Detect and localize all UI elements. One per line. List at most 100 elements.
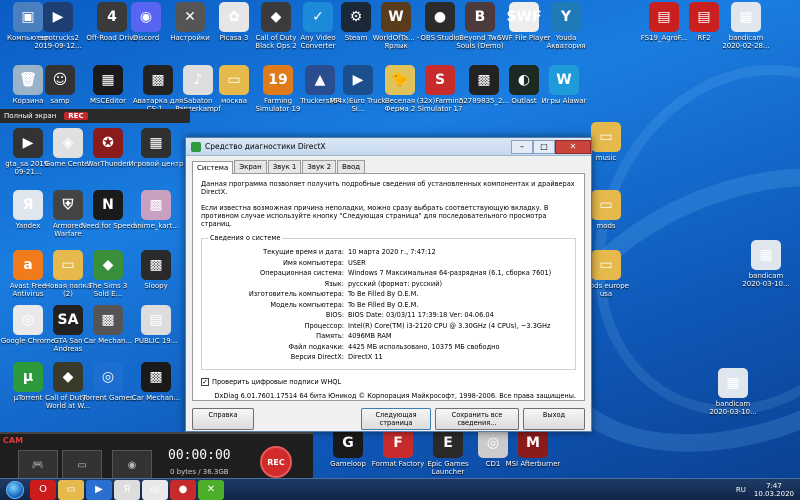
desktop-icon-glyph: 19 <box>263 65 293 95</box>
desktop-icon-glyph: ▩ <box>93 305 123 335</box>
desktop-icon-glyph: ▦ <box>751 240 781 270</box>
info-key: Процессор: <box>304 321 344 330</box>
desktop-icon-glyph: N <box>93 190 123 220</box>
info-row: Память: 4096MB RAM <box>208 331 569 342</box>
desktop-icon-glyph: ▤ <box>689 2 719 32</box>
exit-button[interactable]: Выход <box>523 408 585 430</box>
record-button[interactable]: REC <box>260 446 292 478</box>
whql-checkbox[interactable]: ✓ <box>201 378 209 386</box>
language-indicator[interactable]: RU <box>736 486 746 494</box>
minimize-button[interactable]: – <box>511 139 533 154</box>
desktop-icon-glyph: ▦ <box>718 368 748 398</box>
window-titlebar[interactable]: Средство диагностики DirectX – □ ✕ <box>186 138 591 156</box>
info-key: BIOS: <box>325 311 344 319</box>
info-key: Модель компьютера: <box>270 300 344 309</box>
desktop-icon-glyph: 🐤 <box>385 65 415 95</box>
close-button[interactable]: ✕ <box>555 139 591 154</box>
tab-sound-1[interactable]: Звук 1 <box>267 160 302 173</box>
tab-input[interactable]: Ввод <box>337 160 366 173</box>
tab-strip: Система Экран Звук 1 Звук 2 Ввод <box>186 156 591 174</box>
desktop-icon-glyph: ☺ <box>45 65 75 95</box>
info-row: Имя компьютера: USER <box>208 258 569 269</box>
info-value: DirectX 11 <box>348 353 383 361</box>
desktop-icon[interactable]: ▶ eurotrucks2 2019-09-12... <box>30 2 86 50</box>
desktop-icon-label: MSCEditor <box>89 97 127 105</box>
desktop-icon-glyph: ▤ <box>649 2 679 32</box>
desktop-icon-glyph: ▩ <box>469 65 499 95</box>
desktop-icon-glyph: ⛨ <box>53 190 83 220</box>
bandicam-mini-toolbar[interactable]: Полный экран REC <box>0 109 190 123</box>
window-title: Средство диагностики DirectX <box>205 142 326 151</box>
info-row: BIOS: BIOS Date: 03/03/11 17:39:18 Ver: 0… <box>208 310 569 321</box>
intro-text: Данная программа позволяет получить подр… <box>201 180 575 196</box>
desktop-icon-glyph: ◎ <box>13 305 43 335</box>
desktop-icon-glyph: ▭ <box>591 250 621 280</box>
desktop-icon-label: Car Mechan... <box>131 394 181 402</box>
desktop-icon-label: Gameloop <box>330 460 366 468</box>
bandicam-mini-rec-button[interactable]: REC <box>64 112 88 120</box>
taskbar-explorer-icon[interactable]: ▭ <box>58 479 84 500</box>
desktop-icon-glyph: ✿ <box>219 2 249 32</box>
help-button[interactable]: Справка <box>192 408 254 430</box>
desktop-icon[interactable]: W Игры Alawar <box>536 65 592 105</box>
taskbar-bandicam-icon[interactable]: ● <box>170 479 196 500</box>
desktop-icon-glyph: ● <box>425 2 455 32</box>
desktop-icon-label: Format Factory <box>371 460 425 468</box>
info-key: Язык: <box>324 279 345 288</box>
taskbar-chrome-icon[interactable]: ◎ <box>142 479 168 500</box>
taskbar-opera-icon[interactable]: O <box>30 479 56 500</box>
desktop-icon-glyph: W <box>549 65 579 95</box>
clock-time: 7:47 <box>766 481 782 490</box>
system-tab-panel: Данная программа позволяет получить подр… <box>192 173 585 401</box>
hdmi-mode-icon[interactable]: ▭ <box>62 450 102 480</box>
info-key: Память: <box>316 332 344 340</box>
desktop-icon-label: Игровой центр <box>128 160 184 168</box>
desktop-icon[interactable]: ▦ bandicam 2020-03-10... <box>738 240 794 288</box>
info-value: 4425 МБ использовано, 10375 МБ свободно <box>348 342 500 351</box>
windows-orb-icon <box>6 480 24 499</box>
tab-display[interactable]: Экран <box>234 160 267 173</box>
desktop-icon-glyph: Y <box>551 2 581 32</box>
taskbar-media-player-icon[interactable]: ▶ <box>86 479 112 500</box>
desktop-icon-label: Игры Alawar <box>541 97 587 105</box>
desktop-icon[interactable]: ▩ Sloopy <box>128 250 184 290</box>
desktop-icon-glyph: ▩ <box>141 190 171 220</box>
desktop-icon-glyph: ◈ <box>53 128 83 158</box>
info-value: 4096MB RAM <box>348 332 392 340</box>
taskbar-yandex-icon[interactable]: Я <box>114 479 140 500</box>
desktop-icon[interactable]: ▦ bandicam 2020-02-28... <box>718 2 774 50</box>
desktop-icon-label: bandicam 2020-03-10... <box>742 272 790 288</box>
desktop-icon[interactable]: ▩ Car Mechan... <box>128 362 184 402</box>
taskbar-dxdiag-icon[interactable]: ✕ <box>198 479 224 500</box>
desktop-icon[interactable]: Y Youda Акватория <box>538 2 594 50</box>
game-mode-icon[interactable]: 🎮 <box>18 450 58 480</box>
desktop-icon-glyph: ◐ <box>509 65 539 95</box>
desktop-icon[interactable]: ▦ Игровой центр <box>128 128 184 168</box>
desktop-icon-glyph: ⚙ <box>341 2 371 32</box>
info-value: 10 марта 2020 г., 7:47:12 <box>348 248 436 256</box>
desktop-icon-label: Youda Акватория <box>546 34 586 50</box>
next-page-button[interactable]: Следующая страница <box>361 408 431 430</box>
maximize-button[interactable]: □ <box>533 139 555 154</box>
tab-sound-2[interactable]: Звук 2 <box>302 160 337 173</box>
info-key: Операционная система: <box>260 269 344 277</box>
desktop-icon-glyph: ◆ <box>93 250 123 280</box>
save-all-info-button[interactable]: Сохранить все сведения... <box>435 408 519 430</box>
desktop-icon[interactable]: ▤ PUBLIC 19... <box>128 305 184 345</box>
whql-checkbox-row[interactable]: ✓ Проверить цифровые подписи WHQL <box>201 378 576 386</box>
desktop-icon[interactable]: ▩ anime_kart... <box>128 190 184 230</box>
desktop-icon-glyph: a <box>13 250 43 280</box>
desktop-icon[interactable]: ▦ bandicam 2020-03-10... <box>705 368 761 416</box>
desktop-icon-label: bandicam 2020-02-28... <box>722 34 770 50</box>
file-size-readout: 0 bytes / 36.3GB <box>170 468 229 476</box>
clock[interactable]: 7:47 10.03.2020 <box>754 482 794 498</box>
webcam-icon[interactable]: ◉ <box>112 450 152 480</box>
desktop-icon-glyph: ◆ <box>261 2 291 32</box>
desktop-icon-glyph: ◉ <box>131 2 161 32</box>
desktop-icon[interactable]: ▦ MSCEditor <box>80 65 136 105</box>
info-row: Файл подкачки: 4425 МБ использовано, 1037… <box>208 342 569 353</box>
dxdiag-window: Средство диагностики DirectX – □ ✕ Систе… <box>185 137 592 432</box>
desktop-icon-glyph: ▶ <box>343 65 373 95</box>
start-button[interactable] <box>0 479 30 500</box>
tab-system[interactable]: Система <box>192 161 234 174</box>
